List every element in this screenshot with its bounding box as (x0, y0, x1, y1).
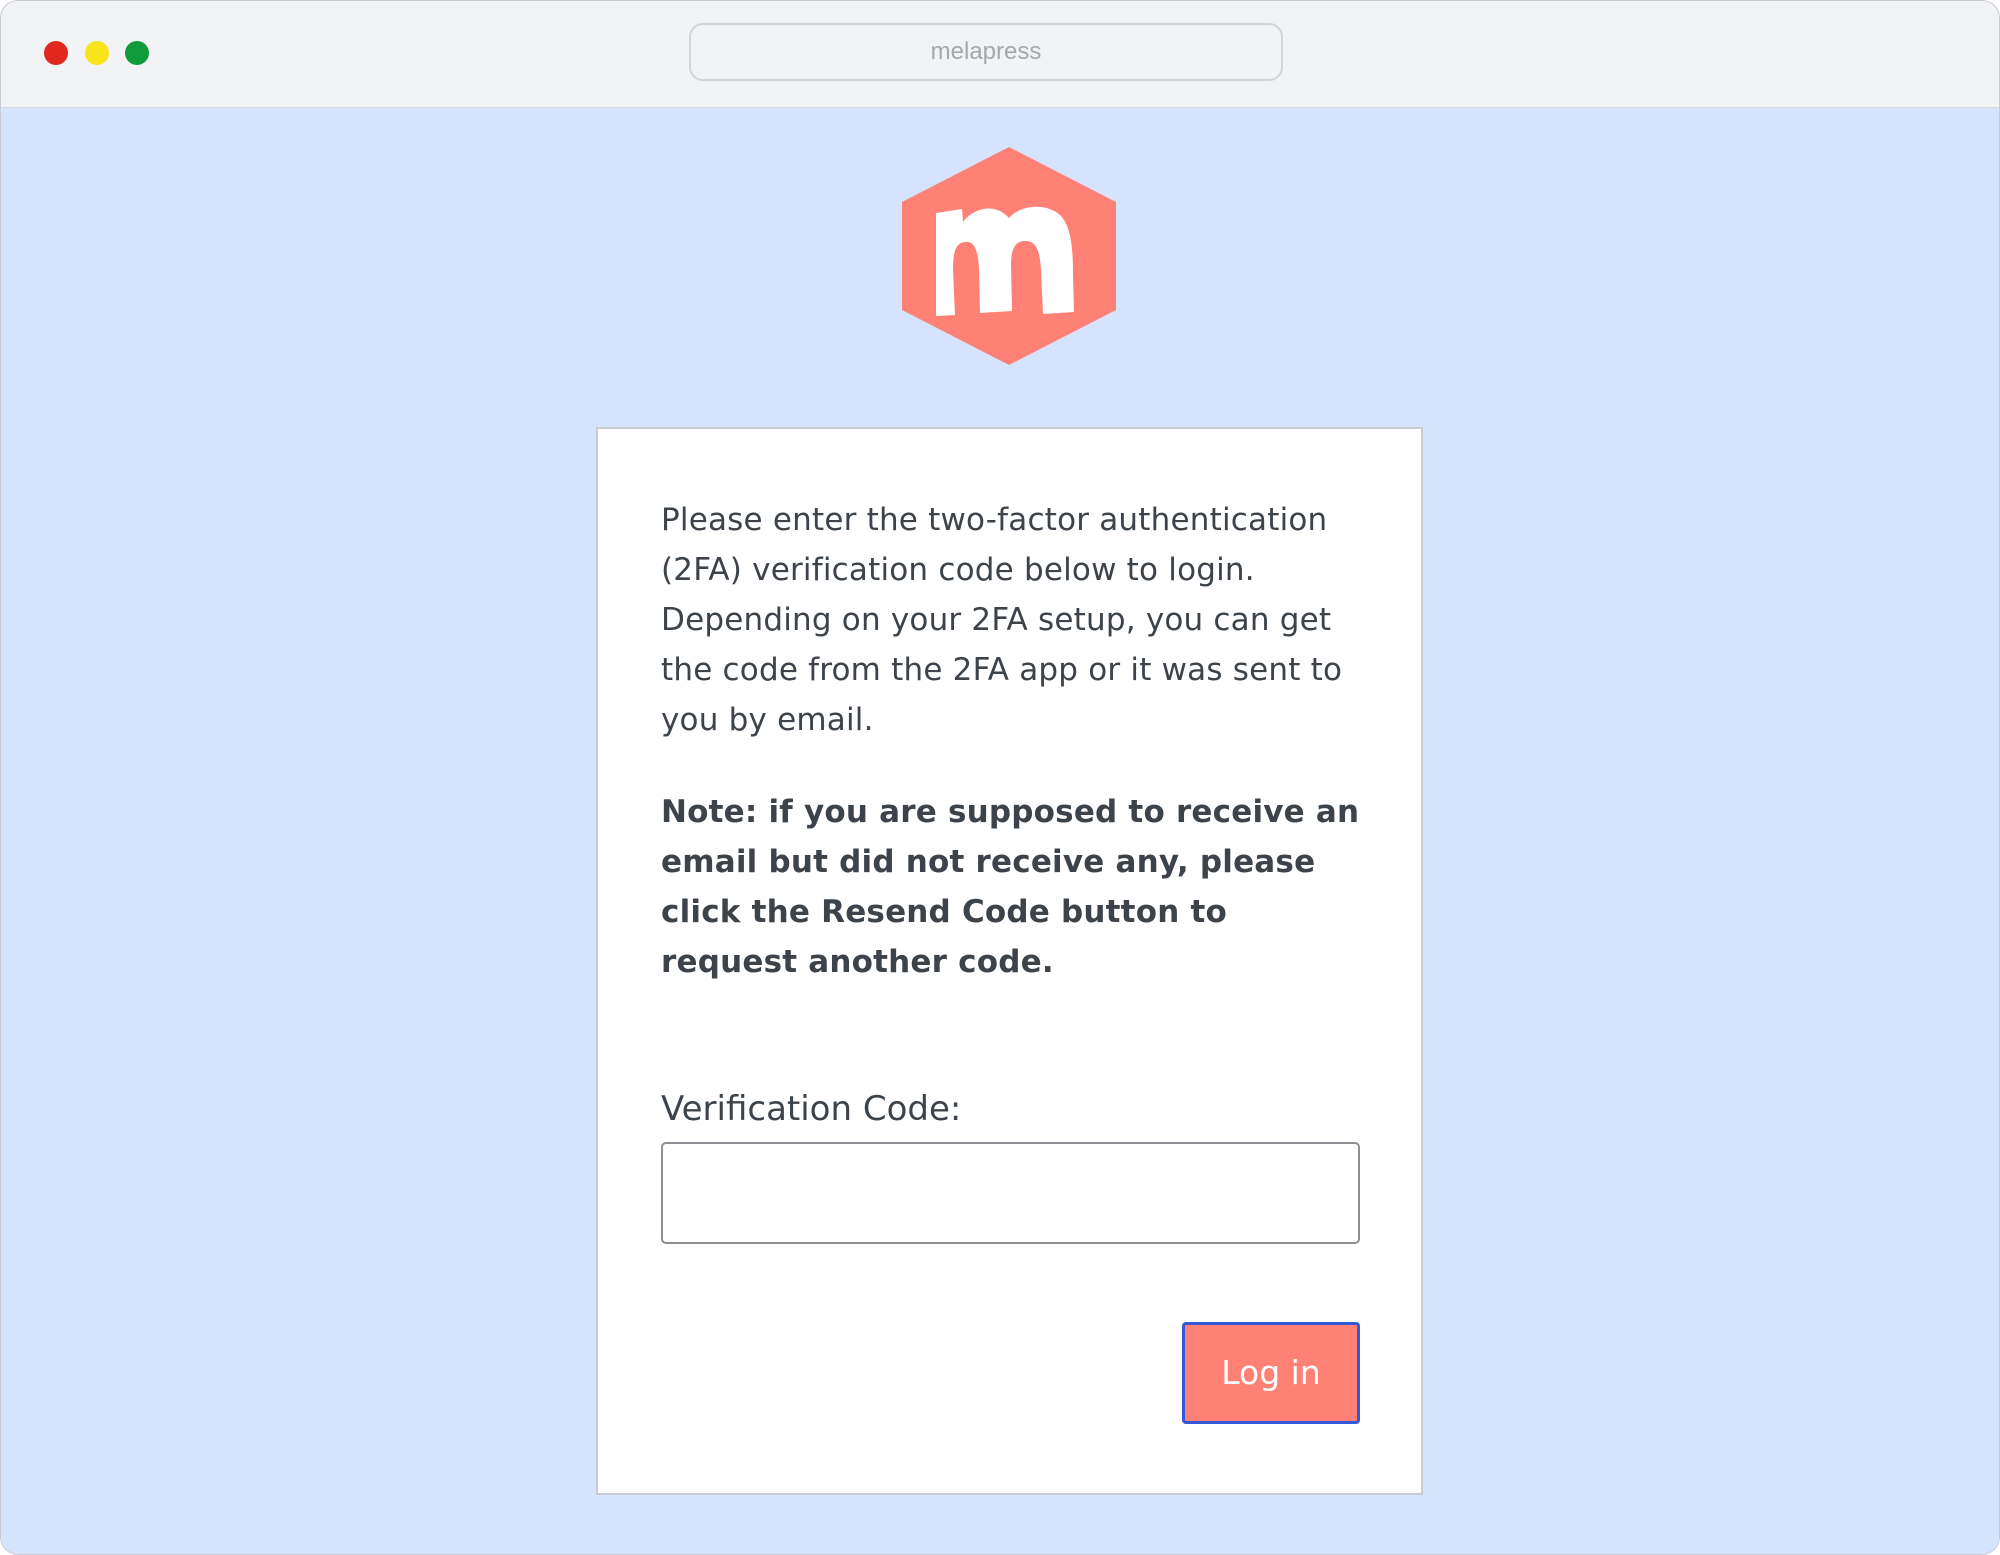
verification-code-input[interactable] (661, 1142, 1360, 1244)
log-in-button[interactable]: Log in (1182, 1322, 1360, 1424)
resend-code-note: Note: if you are supposed to receive an … (661, 794, 1360, 980)
minimize-window-icon[interactable] (85, 41, 109, 65)
maximize-window-icon[interactable] (125, 41, 149, 65)
browser-window: melapress Please enter the two-factor au… (0, 0, 2000, 1555)
login-page: Please enter the two-factor authenticati… (1, 108, 1999, 1554)
browser-titlebar: melapress (1, 1, 1999, 108)
close-window-icon[interactable] (44, 41, 68, 65)
verification-code-label: Verification Code: (661, 1089, 962, 1129)
two-factor-instructions: Please enter the two-factor authenticati… (661, 502, 1343, 738)
two-factor-card: Please enter the two-factor authenticati… (596, 427, 1423, 1495)
address-bar[interactable]: melapress (689, 23, 1283, 81)
melapress-logo-icon (902, 147, 1116, 365)
